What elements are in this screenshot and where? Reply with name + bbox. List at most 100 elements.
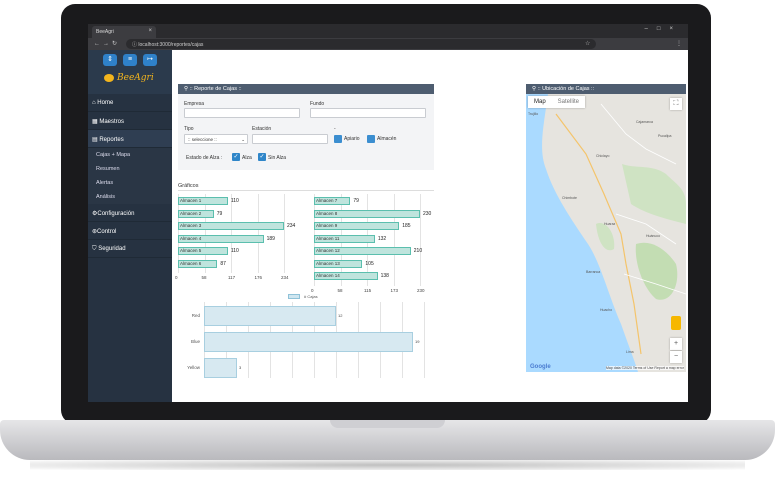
estado-alza-label: Estado de Alza : [186, 155, 223, 161]
graficos-divider [178, 190, 434, 191]
main-content: ⚲ :: Reporte de Cajas :: Empresa Fundo T… [172, 50, 688, 402]
data-label: 138 [380, 273, 389, 279]
chart-almacenes-1-6: 0 58 117 176 234 Almacen 1 110 Almacen 2 79 Almac… [175, 194, 308, 294]
window-controls[interactable]: –□× [645, 26, 682, 32]
x-tick-label: 0 [175, 275, 178, 280]
browser-menu-icon[interactable]: ⋮ [676, 40, 682, 47]
map-label: Huaraz [604, 222, 616, 226]
x-tick-label: 115 [364, 287, 372, 293]
sidebar-item-home[interactable]: ⌂ Home [88, 94, 172, 112]
x-tick-label: 176 [254, 275, 263, 280]
nav-buttons[interactable]: ←→↻ [94, 40, 120, 47]
map-label: Chiclayo [596, 154, 610, 158]
sidebar-subitem-cajas-mapa[interactable]: Cajas + Mapa [88, 148, 172, 162]
sidebar-subitem-resumen[interactable]: Resumen [88, 162, 172, 176]
report-panel-header: ⚲ :: Reporte de Cajas :: [178, 84, 434, 94]
tab-satellite[interactable]: Satellite [552, 96, 585, 108]
zoom-in-button[interactable]: + [670, 338, 682, 350]
laptop-base [0, 420, 775, 460]
browser-tab[interactable]: BeeAgri × [92, 26, 156, 38]
chart-almacenes-7-14: 0 58 115 173 230 Almacen 7 79 Almacen 8 230 Almac… [311, 194, 444, 294]
legend-swatch [288, 294, 300, 299]
map-label: Pucallpa [658, 134, 672, 138]
data-label: 3 [239, 365, 242, 370]
bar: Almacen 12 [314, 247, 411, 255]
chart-cajas-color: Red 12 Blue 19 Yellow 3 [178, 302, 428, 378]
sidebar: ⇕ ≡ ↦ BeeAgri ⌂ Home ▦ Maestros ▤ Report… [88, 50, 172, 402]
bar: Almacen 2 [178, 209, 214, 218]
category-label: Red [191, 313, 200, 318]
sidebar-item-control[interactable]: ⊛Control [88, 222, 172, 240]
logout-icon[interactable]: ↦ [143, 54, 157, 66]
data-label: 12 [338, 313, 343, 318]
bar: Almacen 7 [314, 197, 351, 205]
data-label: 234 [287, 223, 296, 229]
grid-line [257, 194, 259, 273]
x-tick-label: 173 [390, 287, 399, 293]
sidebar-item-seguridad[interactable]: ⛉ Seguridad [88, 240, 172, 258]
bar [204, 358, 237, 378]
map-attribution[interactable]: Map data ©2020 Terms of Use Report a map… [606, 366, 684, 370]
bee-logo-icon [104, 73, 114, 82]
download-icon[interactable]: ⇕ [103, 54, 117, 66]
category-label: Yellow [187, 365, 200, 370]
data-label: 185 [402, 223, 411, 229]
x-tick-label: 58 [337, 287, 343, 293]
sidebar-subitem-alertas[interactable]: Alertas [88, 176, 172, 190]
map-type-tabs: Map Satellite [528, 96, 586, 108]
pegman-icon[interactable] [671, 316, 681, 330]
tipo-select[interactable]: :: seleccione :: ⌄ [184, 134, 248, 144]
apiario-label: Apiario [344, 136, 360, 142]
estacion-input[interactable] [252, 134, 328, 144]
grid-line [424, 302, 425, 378]
chevron-down-icon: ⌄ [241, 137, 245, 142]
fundo-input[interactable] [310, 108, 426, 118]
sidebar-item-maestros[interactable]: ▦ Maestros [88, 112, 172, 130]
zoom-out-button[interactable]: − [670, 351, 682, 363]
sidebar-subitem-analisis[interactable]: Análisis [88, 190, 172, 204]
bar [204, 306, 336, 326]
data-label: 87 [220, 260, 226, 267]
tab-title: BeeAgri [96, 29, 114, 35]
x-tick-label: 0 [311, 287, 314, 293]
empresa-input[interactable] [184, 108, 300, 118]
address-bar[interactable]: ⓘ localhost:3000/reportes/cajas [126, 39, 596, 49]
google-logo: Google [530, 364, 551, 370]
close-tab-icon[interactable]: × [148, 28, 152, 34]
sidebar-header: ⇕ ≡ ↦ BeeAgri [88, 50, 172, 94]
bar: Almacen 4 [178, 234, 264, 243]
grid-line [420, 194, 421, 286]
data-label: 110 [230, 198, 239, 204]
browser-tabbar: BeeAgri × –□× [88, 24, 688, 38]
sidebar-item-reportes[interactable]: ▤ Reportes [88, 130, 172, 148]
alza-checkbox[interactable]: ✓ [232, 153, 240, 161]
almacen-checkbox[interactable] [367, 135, 375, 143]
sin-alza-checkbox[interactable]: ✓ [258, 153, 266, 161]
fullscreen-icon[interactable]: ⛶ [670, 98, 682, 110]
x-tick-label: 58 [201, 275, 207, 280]
map-view[interactable]: Map Satellite ⛶ + − Google Map data ©202… [526, 94, 686, 372]
bar: Almacen 6 [178, 259, 218, 268]
x-tick-label: 234 [281, 275, 289, 280]
logo: BeeAgri [104, 73, 154, 83]
data-label: 79 [353, 198, 359, 204]
data-label: 132 [377, 235, 387, 242]
menu-icon[interactable]: ≡ [123, 54, 137, 66]
legend-label: # Cajas [304, 294, 318, 299]
sidebar-item-configuracion[interactable]: ⚙Configuración [88, 204, 172, 222]
grid-line [393, 194, 395, 286]
map-panel-header: ⚲ :: Ubicación de Cajas :: [526, 84, 686, 94]
apiario-checkbox[interactable] [334, 135, 342, 143]
bookmark-star-icon[interactable]: ☆ [585, 40, 590, 47]
grid-line [284, 194, 285, 273]
map-label: Barranca [586, 270, 601, 274]
bar: Almacen 13 [314, 259, 363, 268]
laptop-notch [330, 420, 445, 428]
bar: Almacen 11 [314, 234, 375, 243]
bar: Almacen 5 [178, 247, 228, 255]
table-icon: ▦ [92, 119, 98, 125]
dash-label: - [334, 126, 336, 132]
shield-icon: ⛉ [92, 246, 97, 252]
tab-map[interactable]: Map [528, 96, 552, 108]
grid-line [231, 194, 232, 273]
